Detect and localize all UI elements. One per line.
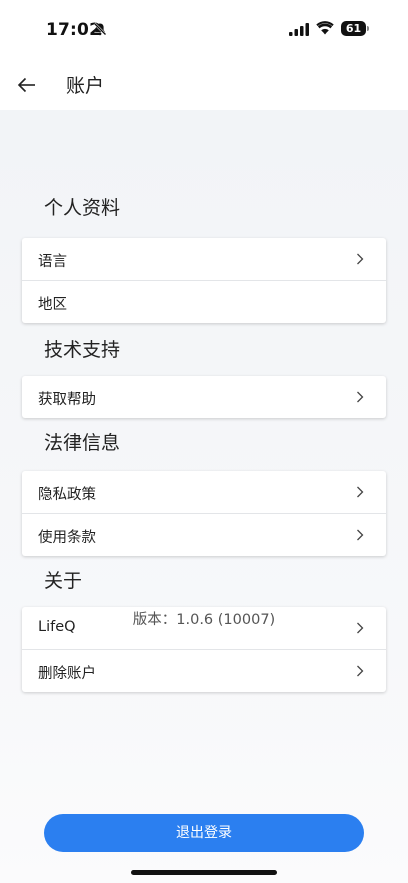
list-item-get-help[interactable]: 获取帮助 (22, 376, 386, 418)
legal-card: 隐私政策 使用条款 (22, 471, 386, 556)
signal-icon (289, 23, 309, 36)
chevron-right-icon (357, 253, 364, 265)
version-text: 版本：1.0.6 (10007) (132, 612, 276, 628)
wifi-icon (316, 21, 334, 35)
battery-icon: 61 (341, 21, 366, 36)
status-bar: 17:02 61 (0, 0, 408, 60)
section-title-about: 关于 (44, 570, 83, 592)
chevron-right-icon (357, 486, 364, 498)
page-title: 账户 (66, 75, 105, 97)
section-title-legal: 法律信息 (44, 432, 121, 454)
list-item-label: 获取帮助 (38, 392, 96, 408)
home-indicator[interactable] (131, 870, 277, 875)
list-item-privacy-policy[interactable]: 隐私政策 (22, 471, 386, 513)
support-card: 获取帮助 (22, 376, 386, 418)
bell-slash-icon (93, 22, 107, 36)
list-item-delete-account[interactable]: 删除账户 (22, 649, 386, 692)
chevron-right-icon (357, 391, 364, 403)
list-item-label: 隐私政策 (38, 487, 96, 503)
logout-button[interactable]: 退出登录 (44, 814, 364, 852)
chevron-right-icon (357, 665, 364, 677)
list-item-region[interactable]: 地区 (22, 280, 386, 323)
list-item-label: 使用条款 (38, 530, 96, 546)
battery-tip (367, 26, 369, 31)
profile-card: 语言 地区 (22, 238, 386, 323)
list-item-label: 地区 (38, 297, 67, 313)
list-item-terms-of-use[interactable]: 使用条款 (22, 513, 386, 556)
back-arrow-icon[interactable] (14, 72, 40, 98)
list-item-language[interactable]: 语言 (22, 238, 386, 280)
app-header: 账户 (0, 60, 408, 110)
section-title-profile: 个人资料 (44, 197, 121, 219)
list-item-label: 删除账户 (38, 666, 96, 682)
chevron-right-icon (357, 529, 364, 541)
list-item-label: 语言 (38, 254, 67, 270)
settings-content: 个人资料 语言 地区 技术支持 获取帮助 法律信息 隐私政策 使用条款 关于 L… (0, 110, 408, 883)
section-title-support: 技术支持 (44, 339, 121, 361)
